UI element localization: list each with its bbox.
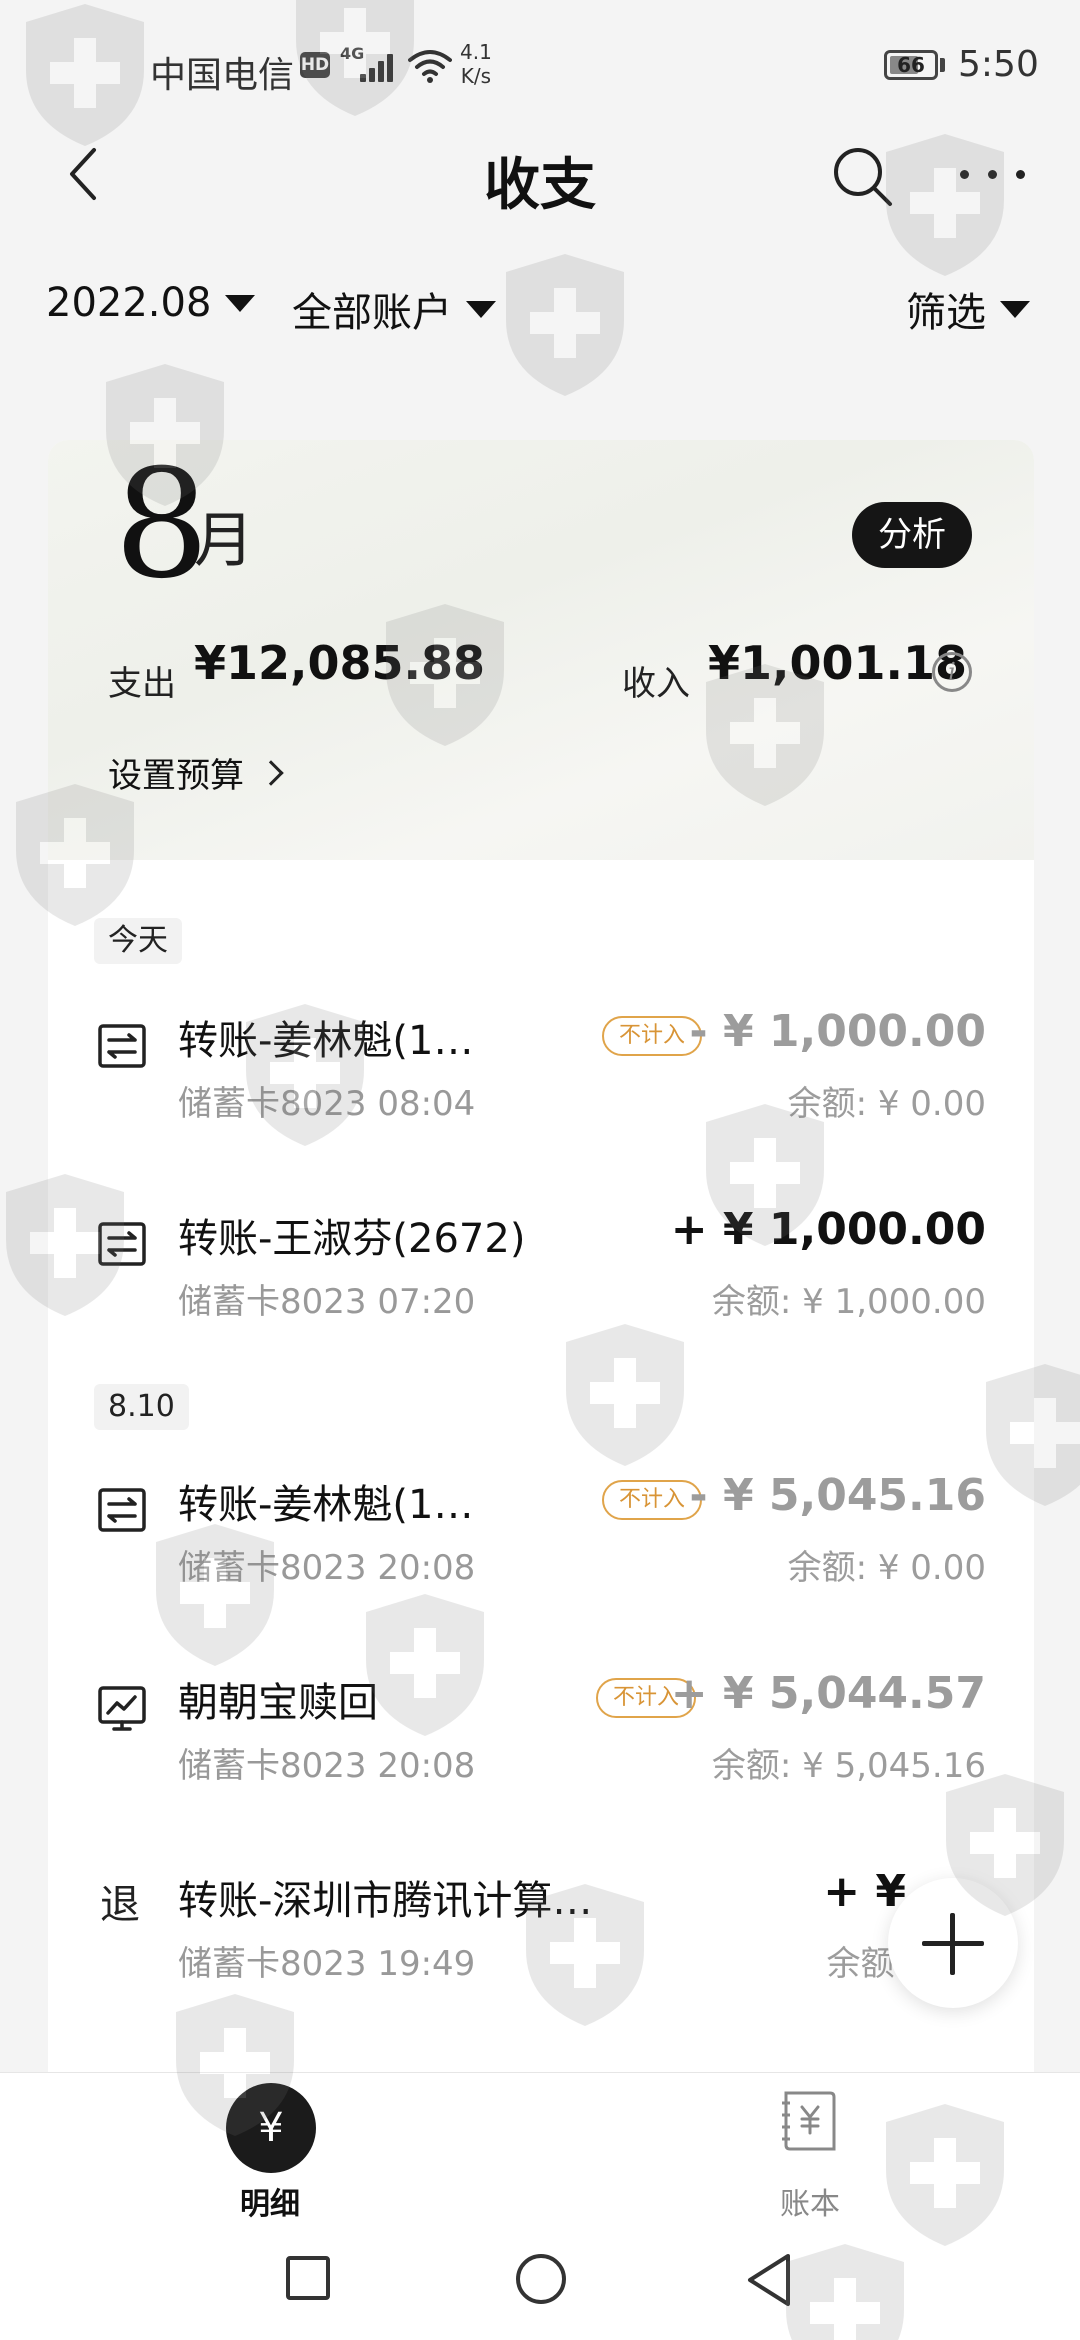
- transaction-row[interactable]: 退 转账-深圳市腾讯计算… + ¥ 储蓄卡8023 19:49 余额:: [48, 1852, 1034, 2012]
- account-filter[interactable]: 全部账户: [292, 280, 496, 338]
- transaction-amount: + ¥ 1,000.00: [670, 1204, 986, 1255]
- wifi-icon: [408, 50, 452, 83]
- transaction-balance: 余额: ¥ 1,000.00: [711, 1282, 986, 1322]
- system-nav-bar: [0, 2228, 1080, 2340]
- period-filter[interactable]: 2022.08: [46, 280, 256, 326]
- search-icon[interactable]: [830, 144, 894, 208]
- add-record-button[interactable]: [888, 1878, 1018, 2008]
- date-group-label: 今天: [94, 918, 182, 964]
- transaction-amount: - ¥ 5,045.16: [689, 1470, 986, 1521]
- nav-label-ledger: 账本: [780, 2187, 840, 2222]
- transaction-row[interactable]: 转账-王淑芬(2672) + ¥ 1,000.00 储蓄卡8023 07:20 …: [48, 1190, 1034, 1350]
- caret-down-icon: [225, 294, 256, 312]
- battery-cap: [940, 58, 945, 72]
- signal-icon: [360, 50, 400, 82]
- transaction-subtitle: 储蓄卡8023 20:08: [178, 1746, 476, 1786]
- transaction-title: 转账-王淑芬(2672): [178, 1216, 526, 1262]
- network-speed: 4.1 K/s: [460, 40, 492, 88]
- clock: 5:50: [958, 44, 1039, 85]
- transaction-amount: + ¥ 5,044.57: [670, 1668, 986, 1719]
- transaction-balance: 余额: ¥ 0.00: [787, 1084, 986, 1124]
- transaction-amount: + ¥: [823, 1866, 906, 1917]
- transaction-title: 朝朝宝赎回: [178, 1680, 378, 1726]
- transfer-icon: [98, 1488, 146, 1532]
- month-summary: 8 月 分析 支出 ¥12,085.88 收入 ¥1,001.18 i 设置预算: [48, 440, 1034, 860]
- analysis-button[interactable]: 分析: [852, 502, 972, 568]
- transaction-balance: 余额: ¥ 5,045.16: [711, 1746, 986, 1786]
- transaction-balance: 余额: ¥ 0.00: [787, 1548, 986, 1588]
- month-unit: 月: [194, 506, 254, 576]
- excluded-tag: 不计入: [602, 1016, 702, 1056]
- excluded-tag: 不计入: [602, 1480, 702, 1520]
- more-dots-icon[interactable]: [960, 170, 1030, 182]
- watermark-shield-icon: [506, 254, 624, 396]
- income-label: 收入: [622, 664, 690, 704]
- nav-item-ledger[interactable]: 账本: [710, 2073, 910, 2229]
- transaction-row[interactable]: 朝朝宝赎回 不计入 + ¥ 5,044.57 储蓄卡8023 20:08 余额:…: [48, 1654, 1034, 1814]
- refund-icon: 退: [100, 1882, 140, 1928]
- battery-level: 66: [897, 53, 925, 77]
- transaction-subtitle: 储蓄卡8023 07:20: [178, 1282, 476, 1322]
- battery-icon: 66: [884, 50, 938, 80]
- carrier-name: 中国电信: [150, 55, 295, 96]
- transaction-subtitle: 储蓄卡8023 19:49: [178, 1944, 476, 1984]
- caret-down-icon: [1000, 300, 1030, 318]
- transaction-title: 转账-姜林魁(1…: [178, 1018, 474, 1064]
- receipt-icon: ¥: [226, 2083, 316, 2173]
- ledger-icon: [782, 2091, 836, 2151]
- date-group-label: 8.10: [94, 1384, 189, 1430]
- hd-badge: HD: [300, 52, 330, 78]
- expense-value: ¥12,085.88: [194, 636, 486, 690]
- transaction-title: 转账-姜林魁(1…: [178, 1482, 474, 1528]
- transaction-row[interactable]: 转账-姜林魁(1… 不计入 - ¥ 5,045.16 储蓄卡8023 20:08…: [48, 1456, 1034, 1616]
- income-value: ¥1,001.18: [708, 636, 967, 690]
- expense-label: 支出: [108, 664, 176, 704]
- transaction-subtitle: 储蓄卡8023 20:08: [178, 1548, 476, 1588]
- transaction-title: 转账-深圳市腾讯计算…: [178, 1878, 593, 1924]
- transfer-icon: [98, 1024, 146, 1068]
- set-budget-link[interactable]: 设置预算: [108, 748, 284, 797]
- status-bar: 中国电信 HD 4G 4.1 K/s 66 5:50: [0, 0, 1080, 130]
- speed-value: 4.1: [460, 40, 492, 64]
- filter-label: 筛选: [906, 290, 986, 336]
- period-label: 2022.08: [46, 280, 212, 326]
- account-label: 全部账户: [292, 290, 452, 336]
- transfer-icon: [98, 1222, 146, 1266]
- system-back-button[interactable]: [744, 2252, 794, 2308]
- page-title: 收支: [484, 153, 596, 218]
- transaction-subtitle: 储蓄卡8023 08:04: [178, 1084, 476, 1124]
- trend-chart-icon: [98, 1686, 146, 1731]
- nav-item-details[interactable]: ¥ 明细: [170, 2073, 370, 2229]
- transaction-row[interactable]: 转账-姜林魁(1… 不计入 - ¥ 1,000.00 储蓄卡8023 08:04…: [48, 992, 1034, 1152]
- caret-down-icon: [466, 300, 496, 318]
- nav-label-details: 明细: [240, 2187, 300, 2222]
- recent-apps-button[interactable]: [286, 2256, 330, 2300]
- chevron-right-icon: [258, 759, 284, 786]
- bottom-nav: ¥ 明细 账本: [0, 2072, 1080, 2228]
- filter-button[interactable]: 筛选: [906, 280, 1030, 338]
- transaction-amount: - ¥ 1,000.00: [689, 1006, 986, 1057]
- set-budget-label: 设置预算: [108, 756, 244, 796]
- month-card: 8 月 分析 支出 ¥12,085.88 收入 ¥1,001.18 i 设置预算…: [48, 440, 1034, 2340]
- home-button[interactable]: [516, 2254, 566, 2304]
- info-icon[interactable]: i: [932, 652, 972, 692]
- speed-unit: K/s: [460, 64, 492, 88]
